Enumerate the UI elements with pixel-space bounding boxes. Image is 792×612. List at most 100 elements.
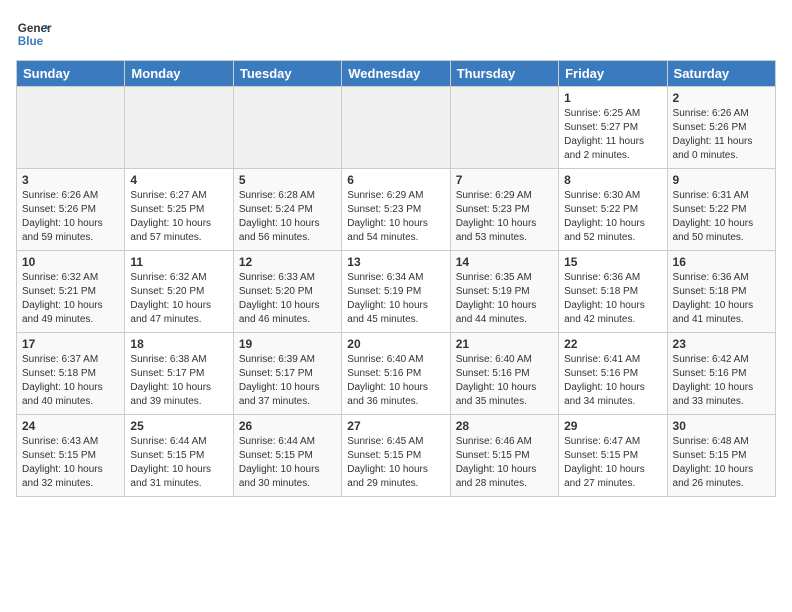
day-number: 30 bbox=[673, 419, 770, 433]
calendar-cell: 9 Sunrise: 6:31 AM Sunset: 5:22 PM Daylig… bbox=[667, 169, 775, 251]
calendar-cell: 6 Sunrise: 6:29 AM Sunset: 5:23 PM Daylig… bbox=[342, 169, 450, 251]
day-info: Sunrise: 6:45 AM Sunset: 5:15 PM Dayligh… bbox=[347, 435, 444, 491]
calendar-cell: 28 Sunrise: 6:46 AM Sunset: 5:15 PM Dayli… bbox=[450, 415, 558, 497]
day-info: Sunrise: 6:25 AM Sunset: 5:27 PM Dayligh… bbox=[564, 107, 661, 163]
calendar-cell: 8 Sunrise: 6:30 AM Sunset: 5:22 PM Daylig… bbox=[559, 169, 667, 251]
day-info: Sunrise: 6:35 AM Sunset: 5:19 PM Dayligh… bbox=[456, 271, 553, 327]
calendar-cell: 1 Sunrise: 6:25 AM Sunset: 5:27 PM Daylig… bbox=[559, 87, 667, 169]
day-header-thursday: Thursday bbox=[450, 61, 558, 87]
day-info: Sunrise: 6:33 AM Sunset: 5:20 PM Dayligh… bbox=[239, 271, 336, 327]
calendar-cell: 18 Sunrise: 6:38 AM Sunset: 5:17 PM Dayli… bbox=[125, 333, 233, 415]
day-info: Sunrise: 6:29 AM Sunset: 5:23 PM Dayligh… bbox=[456, 189, 553, 245]
day-header-saturday: Saturday bbox=[667, 61, 775, 87]
day-number: 7 bbox=[456, 173, 553, 187]
calendar-cell bbox=[125, 87, 233, 169]
calendar-cell: 30 Sunrise: 6:48 AM Sunset: 5:15 PM Dayli… bbox=[667, 415, 775, 497]
day-info: Sunrise: 6:39 AM Sunset: 5:17 PM Dayligh… bbox=[239, 353, 336, 409]
week-row-3: 10 Sunrise: 6:32 AM Sunset: 5:21 PM Dayli… bbox=[17, 251, 776, 333]
calendar-cell bbox=[17, 87, 125, 169]
day-info: Sunrise: 6:26 AM Sunset: 5:26 PM Dayligh… bbox=[22, 189, 119, 245]
calendar-cell: 2 Sunrise: 6:26 AM Sunset: 5:26 PM Daylig… bbox=[667, 87, 775, 169]
page-header: General Blue bbox=[16, 16, 776, 52]
day-number: 13 bbox=[347, 255, 444, 269]
day-number: 2 bbox=[673, 91, 770, 105]
calendar-cell: 25Sunrise: 6:44 AM Sunset: 5:15 PM Dayli… bbox=[125, 415, 233, 497]
calendar-cell: 29 Sunrise: 6:47 AM Sunset: 5:15 PM Dayli… bbox=[559, 415, 667, 497]
day-number: 28 bbox=[456, 419, 553, 433]
day-info: Sunrise: 6:31 AM Sunset: 5:22 PM Dayligh… bbox=[673, 189, 770, 245]
day-info: Sunrise: 6:32 AM Sunset: 5:21 PM Dayligh… bbox=[22, 271, 119, 327]
logo-icon: General Blue bbox=[16, 16, 52, 52]
day-info: Sunrise: 6:42 AM Sunset: 5:16 PM Dayligh… bbox=[673, 353, 770, 409]
svg-text:Blue: Blue bbox=[18, 35, 44, 48]
day-info: Sunrise: 6:38 AM Sunset: 5:17 PM Dayligh… bbox=[130, 353, 227, 409]
calendar-header-row: SundayMondayTuesdayWednesdayThursdayFrid… bbox=[17, 61, 776, 87]
day-info: Sunrise: 6:26 AM Sunset: 5:26 PM Dayligh… bbox=[673, 107, 770, 163]
day-number: 26 bbox=[239, 419, 336, 433]
calendar-cell: 27 Sunrise: 6:45 AM Sunset: 5:15 PM Dayli… bbox=[342, 415, 450, 497]
logo: General Blue bbox=[16, 16, 52, 52]
day-number: 19 bbox=[239, 337, 336, 351]
day-header-tuesday: Tuesday bbox=[233, 61, 341, 87]
day-number: 27 bbox=[347, 419, 444, 433]
calendar-cell: 7 Sunrise: 6:29 AM Sunset: 5:23 PM Daylig… bbox=[450, 169, 558, 251]
day-info: Sunrise: 6:46 AM Sunset: 5:15 PM Dayligh… bbox=[456, 435, 553, 491]
calendar-cell: 20 Sunrise: 6:40 AM Sunset: 5:16 PM Dayli… bbox=[342, 333, 450, 415]
day-header-wednesday: Wednesday bbox=[342, 61, 450, 87]
day-header-friday: Friday bbox=[559, 61, 667, 87]
calendar-cell: 22 Sunrise: 6:41 AM Sunset: 5:16 PM Dayli… bbox=[559, 333, 667, 415]
day-number: 12 bbox=[239, 255, 336, 269]
calendar-cell: 15Sunrise: 6:36 AM Sunset: 5:18 PM Dayli… bbox=[559, 251, 667, 333]
calendar-cell: 19 Sunrise: 6:39 AM Sunset: 5:17 PM Dayli… bbox=[233, 333, 341, 415]
calendar-cell: 10 Sunrise: 6:32 AM Sunset: 5:21 PM Dayli… bbox=[17, 251, 125, 333]
day-info: Sunrise: 6:36 AM Sunset: 5:18 PM Dayligh… bbox=[673, 271, 770, 327]
day-number: 11 bbox=[130, 255, 227, 269]
week-row-5: 24 Sunrise: 6:43 AM Sunset: 5:15 PM Dayli… bbox=[17, 415, 776, 497]
day-number: 16 bbox=[673, 255, 770, 269]
day-number: 9 bbox=[673, 173, 770, 187]
day-info: Sunrise: 6:28 AM Sunset: 5:24 PM Dayligh… bbox=[239, 189, 336, 245]
day-number: 18 bbox=[130, 337, 227, 351]
day-header-sunday: Sunday bbox=[17, 61, 125, 87]
day-info: Sunrise: 6:30 AM Sunset: 5:22 PM Dayligh… bbox=[564, 189, 661, 245]
day-number: 1 bbox=[564, 91, 661, 105]
day-info: Sunrise: 6:37 AM Sunset: 5:18 PM Dayligh… bbox=[22, 353, 119, 409]
day-number: 20 bbox=[347, 337, 444, 351]
calendar-cell: 5Sunrise: 6:28 AM Sunset: 5:24 PM Daylig… bbox=[233, 169, 341, 251]
day-number: 10 bbox=[22, 255, 119, 269]
calendar-cell: 13 Sunrise: 6:34 AM Sunset: 5:19 PM Dayli… bbox=[342, 251, 450, 333]
day-number: 21 bbox=[456, 337, 553, 351]
day-number: 8 bbox=[564, 173, 661, 187]
day-number: 4 bbox=[130, 173, 227, 187]
day-number: 14 bbox=[456, 255, 553, 269]
day-number: 6 bbox=[347, 173, 444, 187]
calendar-cell: 17 Sunrise: 6:37 AM Sunset: 5:18 PM Dayli… bbox=[17, 333, 125, 415]
calendar-cell: 21Sunrise: 6:40 AM Sunset: 5:16 PM Dayli… bbox=[450, 333, 558, 415]
calendar-cell: 26 Sunrise: 6:44 AM Sunset: 5:15 PM Dayli… bbox=[233, 415, 341, 497]
day-info: Sunrise: 6:41 AM Sunset: 5:16 PM Dayligh… bbox=[564, 353, 661, 409]
day-info: Sunrise: 6:44 AM Sunset: 5:15 PM Dayligh… bbox=[239, 435, 336, 491]
day-info: Sunrise: 6:40 AM Sunset: 5:16 PM Dayligh… bbox=[347, 353, 444, 409]
day-number: 17 bbox=[22, 337, 119, 351]
day-info: Sunrise: 6:27 AM Sunset: 5:25 PM Dayligh… bbox=[130, 189, 227, 245]
calendar-cell bbox=[342, 87, 450, 169]
week-row-4: 17 Sunrise: 6:37 AM Sunset: 5:18 PM Dayli… bbox=[17, 333, 776, 415]
day-number: 24 bbox=[22, 419, 119, 433]
day-info: Sunrise: 6:47 AM Sunset: 5:15 PM Dayligh… bbox=[564, 435, 661, 491]
day-info: Sunrise: 6:43 AM Sunset: 5:15 PM Dayligh… bbox=[22, 435, 119, 491]
day-info: Sunrise: 6:34 AM Sunset: 5:19 PM Dayligh… bbox=[347, 271, 444, 327]
week-row-1: 1 Sunrise: 6:25 AM Sunset: 5:27 PM Daylig… bbox=[17, 87, 776, 169]
day-number: 3 bbox=[22, 173, 119, 187]
day-info: Sunrise: 6:48 AM Sunset: 5:15 PM Dayligh… bbox=[673, 435, 770, 491]
day-info: Sunrise: 6:36 AM Sunset: 5:18 PM Dayligh… bbox=[564, 271, 661, 327]
calendar-cell: 14 Sunrise: 6:35 AM Sunset: 5:19 PM Dayli… bbox=[450, 251, 558, 333]
calendar-cell: 12 Sunrise: 6:33 AM Sunset: 5:20 PM Dayli… bbox=[233, 251, 341, 333]
calendar-cell: 23Sunrise: 6:42 AM Sunset: 5:16 PM Dayli… bbox=[667, 333, 775, 415]
day-number: 29 bbox=[564, 419, 661, 433]
day-info: Sunrise: 6:29 AM Sunset: 5:23 PM Dayligh… bbox=[347, 189, 444, 245]
calendar-cell: 16 Sunrise: 6:36 AM Sunset: 5:18 PM Dayli… bbox=[667, 251, 775, 333]
day-number: 22 bbox=[564, 337, 661, 351]
week-row-2: 3 Sunrise: 6:26 AM Sunset: 5:26 PM Daylig… bbox=[17, 169, 776, 251]
day-info: Sunrise: 6:32 AM Sunset: 5:20 PM Dayligh… bbox=[130, 271, 227, 327]
calendar-cell bbox=[233, 87, 341, 169]
